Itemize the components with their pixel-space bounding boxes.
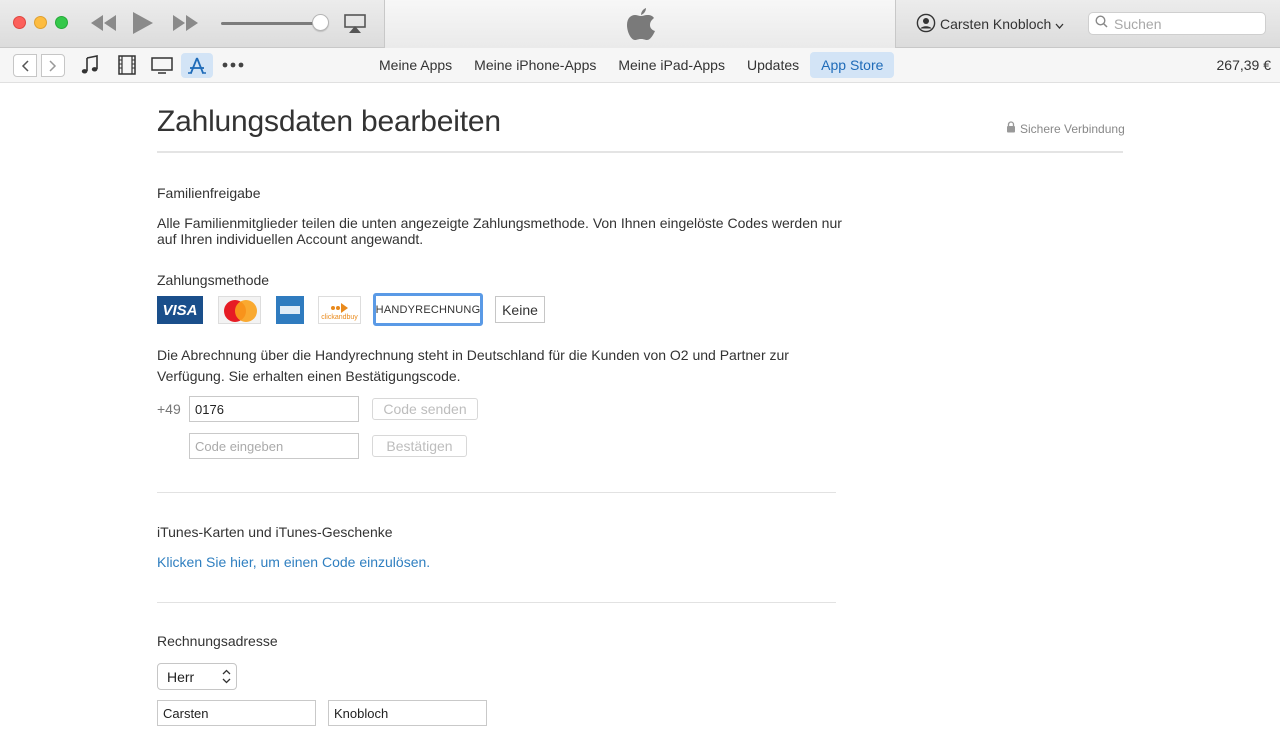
country-code-prefix: +49 (157, 401, 181, 417)
section-divider (157, 492, 836, 493)
send-code-button[interactable]: Code senden (372, 398, 478, 420)
clickandbuy-arrow-icon (330, 303, 348, 313)
visa-option[interactable]: VISA (157, 296, 203, 324)
account-name: Carsten Knobloch (940, 16, 1052, 32)
search-box[interactable] (1088, 12, 1266, 35)
billing-address-heading: Rechnungsadresse (157, 633, 278, 649)
airplay-icon[interactable] (344, 14, 366, 39)
payment-method-heading: Zahlungsmethode (157, 272, 270, 288)
user-icon (916, 13, 936, 36)
play-icon[interactable] (131, 10, 155, 41)
tab-updates[interactable]: Updates (736, 52, 810, 78)
minimize-window-button[interactable] (34, 16, 47, 29)
movie-icon[interactable] (116, 54, 138, 76)
last-name-field[interactable] (328, 700, 487, 726)
chevron-right-icon (49, 59, 57, 72)
no-payment-option[interactable]: Keine (495, 296, 545, 323)
forward-button[interactable] (41, 54, 65, 77)
chevron-down-icon (1055, 16, 1064, 32)
apple-logo-icon (626, 7, 656, 46)
title-divider (157, 151, 1123, 153)
account-balance: 267,39 € (1216, 57, 1272, 73)
title-bar: Carsten Knobloch (0, 0, 1280, 48)
lock-icon (1006, 121, 1016, 136)
account-menu[interactable]: Carsten Knobloch (916, 13, 1064, 36)
chevron-left-icon (21, 59, 29, 72)
rewind-icon[interactable] (90, 10, 118, 41)
music-icon[interactable] (79, 54, 101, 76)
volume-slider-knob[interactable] (312, 14, 329, 31)
search-input[interactable] (1114, 15, 1254, 32)
confirm-button[interactable]: Bestätigen (372, 435, 467, 457)
more-icon[interactable] (222, 54, 244, 76)
close-window-button[interactable] (13, 16, 26, 29)
section-divider (157, 602, 836, 603)
salutation-value: Herr (167, 668, 195, 685)
lcd-status-display (384, 0, 896, 48)
search-icon (1095, 14, 1108, 33)
mobile-billing-info: Die Abrechnung über die Handyrechnung st… (157, 347, 789, 384)
tv-icon[interactable] (151, 54, 173, 76)
mobile-billing-option[interactable]: HANDYRECHNUNG (373, 293, 483, 326)
tab-app-store[interactable]: App Store (810, 52, 895, 78)
select-arrows-icon (222, 669, 231, 687)
tab-my-apps[interactable]: Meine Apps (368, 52, 463, 78)
clickandbuy-option[interactable]: clickandbuy (318, 296, 361, 324)
american-express-logo-icon (280, 306, 300, 314)
redeem-code-link[interactable]: Klicken Sie hier, um einen Code einzulös… (157, 554, 430, 570)
family-sharing-text: Alle Familienmitglieder teilen die unten… (157, 215, 842, 247)
verification-code-field[interactable] (189, 433, 359, 459)
secure-connection-indicator: Sichere Verbindung (1006, 121, 1125, 136)
page-title: Zahlungsdaten bearbeiten (157, 105, 501, 138)
mastercard-logo-icon (224, 300, 257, 322)
salutation-select[interactable]: Herr (157, 663, 237, 690)
zoom-window-button[interactable] (55, 16, 68, 29)
tab-my-iphone-apps[interactable]: Meine iPhone-Apps (463, 52, 607, 78)
phone-number-field[interactable] (189, 396, 359, 422)
first-name-field[interactable] (157, 700, 316, 726)
store-tabs: Meine Apps Meine iPhone-Apps Meine iPad-… (368, 52, 895, 78)
back-button[interactable] (13, 54, 37, 77)
gift-cards-heading: iTunes-Karten und iTunes-Geschenke (157, 524, 393, 540)
secure-connection-label: Sichere Verbindung (1020, 121, 1125, 136)
mastercard-option[interactable] (218, 296, 261, 324)
visa-label: VISA (162, 301, 198, 319)
tab-my-ipad-apps[interactable]: Meine iPad-Apps (607, 52, 736, 78)
fast-forward-icon[interactable] (171, 10, 199, 41)
family-sharing-heading: Familienfreigabe (157, 185, 261, 201)
american-express-option[interactable] (276, 296, 304, 324)
app-store-icon[interactable] (181, 53, 213, 78)
clickandbuy-label: clickandbuy (321, 314, 358, 321)
